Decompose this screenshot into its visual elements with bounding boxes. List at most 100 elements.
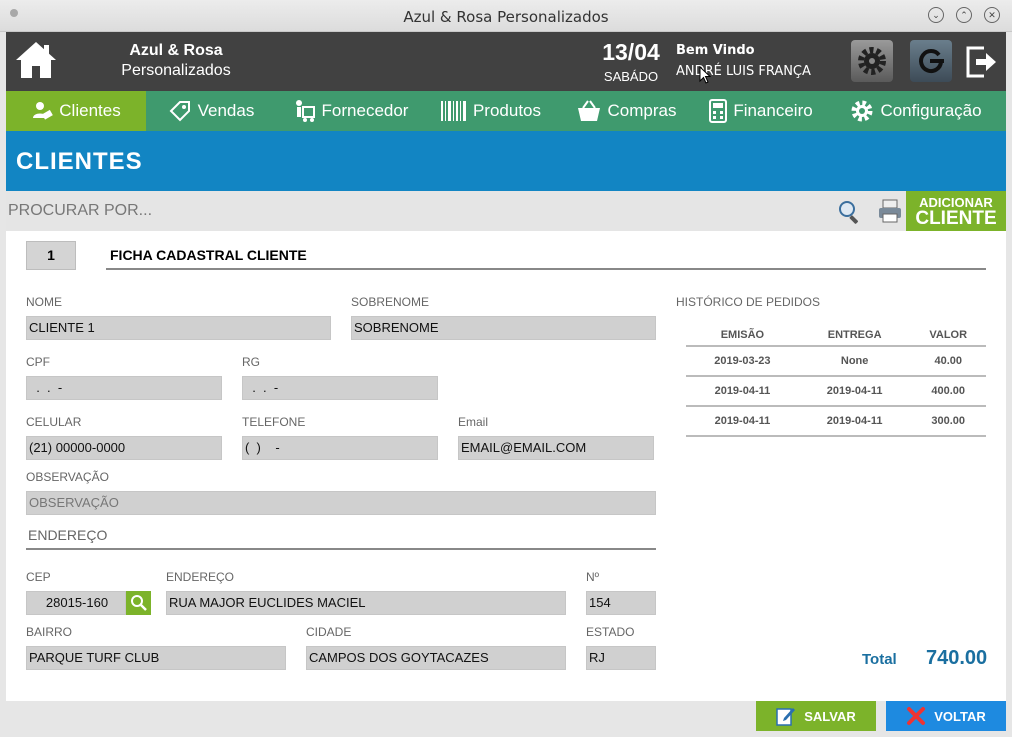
close-window-button[interactable]: ✕ bbox=[984, 7, 1000, 23]
rg-label: RG bbox=[242, 355, 260, 369]
refresh-button[interactable] bbox=[910, 40, 952, 82]
nome-label: NOME bbox=[26, 295, 62, 309]
client-id: 1 bbox=[26, 241, 76, 270]
current-date: 13/04 bbox=[602, 39, 660, 65]
cell-emissao: 2019-04-11 bbox=[686, 406, 799, 437]
cell-entrega: 2019-04-11 bbox=[798, 376, 911, 407]
back-button[interactable]: VOLTAR bbox=[886, 701, 1006, 731]
cep-field[interactable]: 28015-160 bbox=[26, 591, 126, 615]
table-row[interactable]: 2019-04-11 2019-04-11 300.00 bbox=[686, 406, 986, 437]
user-tag-icon bbox=[33, 102, 54, 120]
header-valor: VALOR bbox=[910, 324, 986, 347]
observacao-field[interactable]: OBSERVAÇÃO bbox=[26, 491, 656, 515]
bairro-label: BAIRRO bbox=[26, 625, 73, 639]
table-row[interactable]: 2019-04-11 2019-04-11 400.00 bbox=[686, 376, 986, 407]
page-banner: CLIENTES bbox=[6, 131, 1006, 191]
numero-field[interactable]: 154 bbox=[586, 591, 656, 615]
edit-icon bbox=[776, 708, 796, 726]
cep-label: CEP bbox=[26, 570, 51, 584]
nav-clientes-label: Clientes bbox=[59, 101, 121, 120]
home-icon bbox=[16, 42, 56, 78]
cell-entrega: 2019-04-11 bbox=[798, 406, 911, 437]
nav-fornecedor[interactable]: Fornecedor bbox=[276, 91, 426, 131]
save-button[interactable]: SALVAR bbox=[756, 701, 876, 731]
close-icon bbox=[907, 707, 926, 725]
logout-button[interactable] bbox=[964, 40, 1006, 82]
nav-fornecedor-label: Fornecedor bbox=[321, 101, 409, 120]
welcome-text: Bem Vindo bbox=[676, 43, 755, 58]
estado-label: ESTADO bbox=[586, 625, 635, 639]
cell-emissao: 2019-03-23 bbox=[686, 346, 799, 377]
add-client-button[interactable]: ADICIONAR CLIENTE bbox=[906, 191, 1006, 231]
bairro-field[interactable]: PARQUE TURF CLUB bbox=[26, 646, 286, 670]
gear-icon bbox=[858, 47, 886, 75]
logout-icon bbox=[966, 46, 996, 78]
order-history-table: EMISÃO ENTREGA VALOR 2019-03-23 None 40.… bbox=[686, 324, 986, 437]
basket-icon bbox=[577, 100, 600, 121]
cell-entrega: None bbox=[798, 346, 911, 377]
nav-financeiro[interactable]: Financeiro bbox=[696, 91, 826, 131]
minimize-button[interactable]: ⌄ bbox=[928, 7, 944, 23]
footer-bar: SALVAR VOLTAR bbox=[6, 701, 1006, 731]
print-icon[interactable] bbox=[877, 198, 903, 224]
nav-vendas[interactable]: Vendas bbox=[146, 91, 276, 131]
header-entrega: ENTREGA bbox=[798, 324, 911, 347]
barcode-icon bbox=[440, 101, 466, 121]
main-nav: Clientes Vendas Fornecedor Produtos Comp… bbox=[6, 91, 1006, 131]
app-header: Azul & Rosa Personalizados 13/04 SABÁDO … bbox=[6, 32, 1006, 91]
endereco-divider bbox=[26, 548, 656, 550]
page-title: CLIENTES bbox=[16, 148, 143, 175]
cpf-field[interactable]: . . - bbox=[26, 376, 222, 400]
user-name: ANDRÉ LUIS FRANÇA bbox=[676, 64, 811, 79]
cpf-label: CPF bbox=[26, 355, 50, 369]
celular-field[interactable]: (21) 00000-0000 bbox=[26, 436, 222, 460]
nav-compras-label: Compras bbox=[607, 101, 677, 120]
observacao-label: OBSERVAÇÃO bbox=[26, 470, 109, 484]
sobrenome-label: SOBRENOME bbox=[351, 295, 430, 309]
nav-clientes[interactable]: Clientes bbox=[6, 91, 146, 131]
form-title: FICHA CADASTRAL CLIENTE bbox=[110, 247, 307, 263]
nav-produtos-label: Produtos bbox=[472, 101, 542, 120]
cell-valor: 40.00 bbox=[910, 346, 986, 377]
nav-compras[interactable]: Compras bbox=[556, 91, 696, 131]
search-bar: ADICIONAR CLIENTE bbox=[6, 191, 1006, 231]
celular-label: CELULAR bbox=[26, 415, 82, 429]
estado-field[interactable]: RJ bbox=[586, 646, 656, 670]
total-label: Total bbox=[862, 651, 897, 668]
cidade-label: CIDADE bbox=[306, 625, 352, 639]
numero-label: Nº bbox=[586, 570, 600, 584]
rg-field[interactable]: . . - bbox=[242, 376, 438, 400]
search-icon[interactable] bbox=[838, 200, 862, 224]
telefone-label: TELEFONE bbox=[242, 415, 306, 429]
gear-icon bbox=[851, 100, 873, 122]
endereco-label: ENDEREÇO bbox=[166, 570, 235, 584]
endereco-field[interactable]: RUA MAJOR EUCLIDES MACIEL bbox=[166, 591, 566, 615]
cell-valor: 400.00 bbox=[910, 376, 986, 407]
home-button[interactable] bbox=[14, 40, 58, 85]
save-label: SALVAR bbox=[804, 708, 856, 724]
nav-configuracao[interactable]: Configuração bbox=[826, 91, 1006, 131]
nome-field[interactable]: CLIENTE 1 bbox=[26, 316, 331, 340]
cell-emissao: 2019-04-11 bbox=[686, 376, 799, 407]
history-title: HISTÓRICO DE PEDIDOS bbox=[676, 295, 821, 309]
client-form-panel: 1 FICHA CADASTRAL CLIENTE NOME CLIENTE 1… bbox=[6, 231, 1006, 701]
power-cycle-icon bbox=[919, 49, 944, 74]
cep-search-button[interactable] bbox=[126, 591, 151, 615]
maximize-button[interactable]: ⌃ bbox=[956, 7, 972, 23]
cidade-field[interactable]: CAMPOS DOS GOYTACAZES bbox=[306, 646, 566, 670]
calculator-icon bbox=[709, 99, 728, 123]
telefone-field[interactable]: ( ) - bbox=[242, 436, 438, 460]
title-divider bbox=[106, 268, 986, 270]
header-emissao: EMISÃO bbox=[686, 324, 799, 347]
table-row[interactable]: 2019-03-23 None 40.00 bbox=[686, 346, 986, 377]
search-input[interactable] bbox=[6, 191, 806, 231]
email-field[interactable]: EMAIL@EMAIL.COM bbox=[458, 436, 654, 460]
settings-button[interactable] bbox=[851, 40, 893, 82]
nav-produtos[interactable]: Produtos bbox=[426, 91, 556, 131]
back-label: VOLTAR bbox=[934, 708, 986, 724]
sobrenome-field[interactable]: SOBRENOME bbox=[351, 316, 656, 340]
nav-configuracao-label: Configuração bbox=[880, 101, 982, 120]
mouse-cursor-icon bbox=[699, 66, 711, 84]
total-value: 740.00 bbox=[926, 647, 988, 669]
brand-subtitle: Personalizados bbox=[121, 62, 231, 79]
